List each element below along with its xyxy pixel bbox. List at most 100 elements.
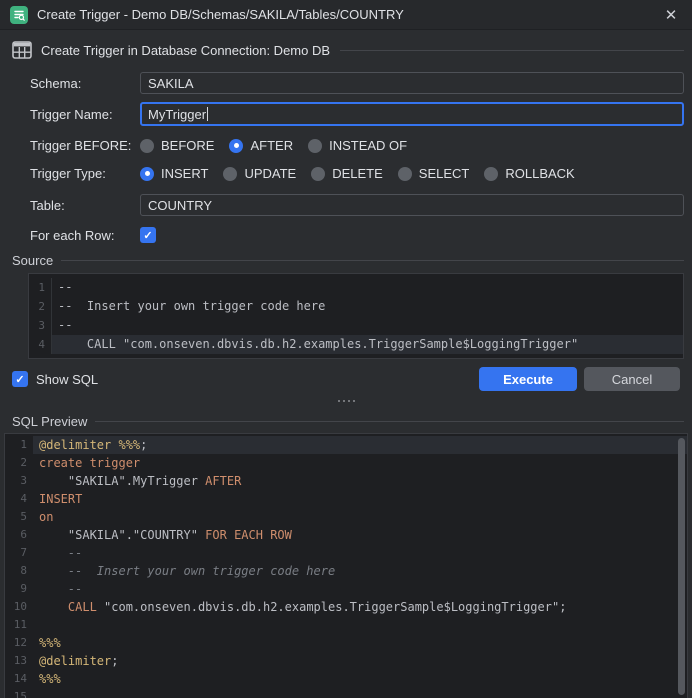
- execute-button[interactable]: Execute: [479, 367, 577, 391]
- radio-option-label: DELETE: [332, 166, 383, 181]
- trigger-name-input[interactable]: MyTrigger: [140, 102, 684, 126]
- line-number: 7: [5, 544, 33, 562]
- line-number: 4: [5, 490, 33, 508]
- trigger-before-label: Trigger BEFORE:: [30, 138, 140, 153]
- line-number: 11: [5, 616, 33, 634]
- radio-icon[interactable]: [140, 167, 154, 181]
- title-bar: Create Trigger - Demo DB/Schemas/SAKILA/…: [0, 0, 692, 30]
- splitter-handle[interactable]: [4, 397, 688, 404]
- radio-option-before[interactable]: BEFORE: [140, 138, 214, 153]
- trigger-before-group: BEFORE AFTER INSTEAD OF: [140, 138, 407, 153]
- trigger-type-row: Trigger Type: INSERTUPDATEDELETESELECTRO…: [30, 166, 684, 181]
- code-line: 1--: [29, 278, 683, 297]
- code-text: -- Insert your own trigger code here: [33, 562, 687, 580]
- radio-option-label: INSERT: [161, 166, 208, 181]
- radio-icon[interactable]: [311, 167, 325, 181]
- group-title: Create Trigger in Database Connection: D…: [41, 43, 330, 58]
- line-number: 14: [5, 670, 33, 688]
- scrollbar-thumb[interactable]: [678, 438, 685, 695]
- radio-option-select[interactable]: SELECT: [398, 166, 470, 181]
- code-line: 4 CALL "com.onseven.dbvis.db.h2.examples…: [29, 335, 683, 354]
- create-trigger-dialog: Create Trigger - Demo DB/Schemas/SAKILA/…: [0, 0, 692, 698]
- dialog-title: Create Trigger - Demo DB/Schemas/SAKILA/…: [37, 7, 660, 22]
- code-line: 14%%%: [5, 670, 687, 688]
- code-text: --: [33, 580, 687, 598]
- code-line: 10 CALL "com.onseven.dbvis.db.h2.example…: [5, 598, 687, 616]
- line-number: 13: [5, 652, 33, 670]
- code-text: create trigger: [33, 454, 687, 472]
- line-number: 3: [29, 316, 52, 335]
- radio-icon[interactable]: [223, 167, 237, 181]
- code-line: 13@delimiter;: [5, 652, 687, 670]
- cancel-button[interactable]: Cancel: [584, 367, 680, 391]
- schema-value: SAKILA: [148, 76, 194, 91]
- code-text: CALL "com.onseven.dbvis.db.h2.examples.T…: [33, 598, 687, 616]
- radio-icon[interactable]: [140, 139, 154, 153]
- text-caret: [207, 107, 208, 121]
- close-icon[interactable]: ✕: [660, 4, 682, 26]
- sql-script-icon: [10, 6, 28, 24]
- radio-option-label: UPDATE: [244, 166, 296, 181]
- code-line: 2create trigger: [5, 454, 687, 472]
- source-section-header: Source: [12, 252, 684, 268]
- table-label: Table:: [30, 198, 140, 213]
- group-header: Create Trigger in Database Connection: D…: [12, 40, 684, 60]
- radio-option-update[interactable]: UPDATE: [223, 166, 296, 181]
- source-code-editor[interactable]: 1--2-- Insert your own trigger code here…: [28, 273, 684, 359]
- sql-preview-scrollbar[interactable]: [677, 436, 685, 698]
- code-text: %%%: [33, 670, 687, 688]
- action-bar: ✓ Show SQL Execute Cancel: [12, 367, 680, 391]
- for-each-row-checkbox[interactable]: ✓: [140, 227, 156, 243]
- trigger-name-label: Trigger Name:: [30, 107, 140, 122]
- code-text: [33, 688, 687, 698]
- source-section-rule: [61, 260, 684, 261]
- for-each-row-row: For each Row: ✓: [30, 227, 684, 243]
- line-number: 8: [5, 562, 33, 580]
- code-line: 3 "SAKILA".MyTrigger AFTER: [5, 472, 687, 490]
- line-number: 4: [29, 335, 52, 354]
- sql-preview-section-header: SQL Preview: [12, 413, 684, 429]
- table-input[interactable]: COUNTRY: [140, 194, 684, 216]
- sql-preview-section-rule: [95, 421, 684, 422]
- radio-option-insert[interactable]: INSERT: [140, 166, 208, 181]
- schema-input[interactable]: SAKILA: [140, 72, 684, 94]
- sql-preview-section-title: SQL Preview: [12, 414, 87, 429]
- line-number: 2: [29, 297, 52, 316]
- radio-option-after[interactable]: AFTER: [229, 138, 293, 153]
- line-number: 1: [29, 278, 52, 297]
- code-text: CALL "com.onseven.dbvis.db.h2.examples.T…: [52, 335, 683, 354]
- schema-row: Schema: SAKILA: [30, 72, 684, 94]
- source-section-title: Source: [12, 253, 53, 268]
- sql-preview-editor[interactable]: 1@delimiter %%%;2create trigger3 "SAKILA…: [4, 433, 688, 698]
- code-line: 8 -- Insert your own trigger code here: [5, 562, 687, 580]
- trigger-before-row: Trigger BEFORE: BEFORE AFTER INSTEAD OF: [30, 138, 684, 153]
- radio-icon[interactable]: [398, 167, 412, 181]
- radio-option-instead-of[interactable]: INSTEAD OF: [308, 138, 407, 153]
- radio-icon[interactable]: [484, 167, 498, 181]
- line-number: 9: [5, 580, 33, 598]
- for-each-row-label: For each Row:: [30, 228, 140, 243]
- schema-label: Schema:: [30, 76, 140, 91]
- code-line: 15: [5, 688, 687, 698]
- code-text: INSERT: [33, 490, 687, 508]
- radio-option-label: ROLLBACK: [505, 166, 574, 181]
- code-text: @delimiter;: [33, 652, 687, 670]
- code-text: "SAKILA".MyTrigger AFTER: [33, 472, 687, 490]
- show-sql-label: Show SQL: [36, 372, 98, 387]
- radio-icon[interactable]: [229, 139, 243, 153]
- code-text: on: [33, 508, 687, 526]
- code-text: [33, 616, 687, 634]
- line-number: 5: [5, 508, 33, 526]
- code-text: -- Insert your own trigger code here: [52, 297, 683, 316]
- code-text: --: [33, 544, 687, 562]
- radio-option-label: AFTER: [250, 138, 293, 153]
- radio-option-delete[interactable]: DELETE: [311, 166, 383, 181]
- code-line: 7 --: [5, 544, 687, 562]
- show-sql-checkbox[interactable]: ✓: [12, 371, 28, 387]
- show-sql-option[interactable]: ✓ Show SQL: [12, 371, 98, 387]
- code-line: 9 --: [5, 580, 687, 598]
- line-number: 12: [5, 634, 33, 652]
- group-title-rule: [340, 50, 684, 51]
- radio-icon[interactable]: [308, 139, 322, 153]
- radio-option-rollback[interactable]: ROLLBACK: [484, 166, 574, 181]
